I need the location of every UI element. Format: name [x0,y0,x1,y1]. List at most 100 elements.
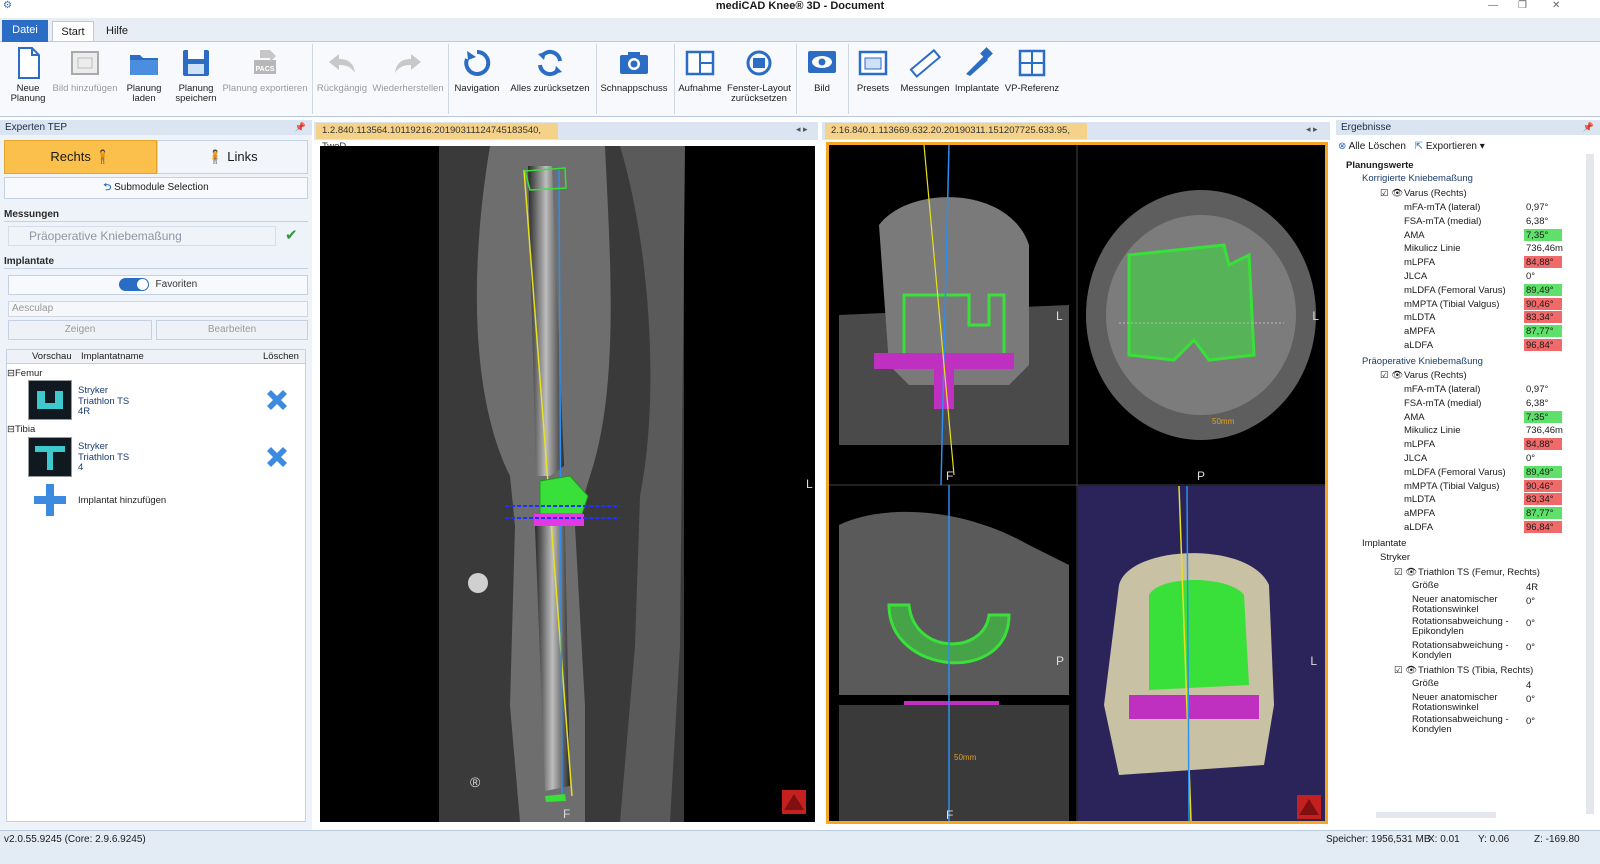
tree-row-measure[interactable]: FSA-mTA (medial) 6,38° [1338,397,1562,410]
checkbox-eye-icon[interactable]: ☑ 👁 [1394,566,1417,579]
threed-nav-arrows-icon[interactable]: ◂ ▸ [1306,124,1318,135]
undo-button[interactable]: Rückgängig [316,46,368,114]
clear-all-button[interactable]: ⊗ Alle Löschen [1338,141,1406,152]
threed-ct-view[interactable]: L F L P 50mm P 50mm F L [826,142,1328,824]
tree-row-measure[interactable]: AMA 7,35° [1338,228,1562,242]
tree-node-stryker[interactable]: Stryker [1338,551,1562,564]
planung-exportieren-button[interactable]: PACS Planung exportieren [222,46,308,114]
korrigierte-label: Korrigierte Kniebemaßung [1362,173,1473,184]
navigation-button[interactable]: Navigation [452,46,502,114]
twod-view-tab[interactable]: 1.2.840.113564.10119216.2019031112474518… [316,123,558,152]
vp-referenz-button[interactable]: VP-Referenz [1002,46,1062,114]
tree-row-measure[interactable]: aLDFA 96,84° [1338,521,1562,534]
submodule-selection-button[interactable]: ⮌ Submodule Selection [4,177,308,199]
tree-row-measure[interactable]: JLCA 0° [1338,452,1562,465]
reset-layout-button[interactable]: Fenster-Layout zurücksetzen [726,46,792,114]
threed-view-tab[interactable]: 2.16.840.1.113669.632.20.20190311.151207… [825,123,1087,152]
tree-row-measure[interactable]: mMPTA (Tibial Valgus) 90,46° [1338,297,1562,311]
tree-node-implantate[interactable]: Implantate [1338,537,1562,550]
snapshot-button[interactable]: Schnappschuss [600,46,668,114]
zeigen-button[interactable]: Zeigen [8,320,152,340]
tree-row-measure[interactable]: mLDTA 83,34° [1338,493,1562,506]
tree-row-measure[interactable]: mLDTA 83,34° [1338,311,1562,324]
tree-node-tibia-impl[interactable]: ☑ 👁 Triathlon TS (Tibia, Rechts) [1338,664,1562,677]
delete-femur-icon[interactable] [262,385,292,415]
delete-tibia-icon[interactable] [262,442,292,472]
tibia-group-toggle[interactable]: ⊟ [7,424,15,435]
femur-implant-name[interactable]: Stryker Triathlon TS 4R [78,385,129,418]
messungen-label: Messungen [900,83,950,94]
pin-icon[interactable]: 📌 [1583,120,1594,135]
tree-row-measure[interactable]: mLDFA (Femoral Varus) 89,49° [1338,283,1562,297]
messungen-button[interactable]: Messungen [898,46,952,114]
neue-planung-button[interactable]: Neue Planung [8,46,48,114]
measure-name: Größe [1412,580,1439,591]
tree-row-measure[interactable]: Größe 4R [1338,581,1562,594]
tree-row-measure[interactable]: JLCA 0° [1338,270,1562,283]
hersteller-select[interactable]: Aesculap [8,301,308,317]
tree-row-measure[interactable]: Rotationsabweichung - Kondylen 0° [1338,641,1562,661]
aufnahme-button[interactable]: Aufnahme [677,46,723,114]
tree-node-femur-impl[interactable]: ☑ 👁 Triathlon TS (Femur, Rechts) [1338,566,1562,579]
presets-button[interactable]: Presets [852,46,894,114]
reset-all-button[interactable]: Alles zurücksetzen [508,46,592,114]
tree-node-varus-1[interactable]: ☑ 👁 Varus (Rechts) [1338,187,1562,200]
checkbox-eye-icon[interactable]: ☑ 👁 [1380,187,1403,200]
tree-row-measure[interactable]: aLDFA 96,84° [1338,339,1562,352]
planung-speichern-button[interactable]: Planung speichern [172,46,220,114]
tree-node-varus-2[interactable]: ☑ 👁 Varus (Rechts) [1338,369,1562,382]
side-rechts-button[interactable]: Rechts 🧍 [4,140,157,174]
results-scrollbar[interactable] [1586,154,1594,814]
close-icon[interactable]: ✕ [1552,0,1560,12]
implantate-button[interactable]: Implantate [954,46,1000,114]
tree-node-korrigierte[interactable]: Korrigierte Kniebemaßung [1338,172,1562,185]
measure-name: AMA [1404,229,1425,241]
screw-icon [966,47,993,76]
ribbon-separator [796,44,797,114]
tibia-implant-name[interactable]: Stryker Triathlon TS 4 [78,441,129,474]
tree-row-measure[interactable]: mLPFA 84,88° [1338,256,1562,269]
tree-row-measure[interactable]: aMPFA 87,77° [1338,325,1562,338]
bearbeiten-button[interactable]: Bearbeiten [156,320,308,340]
tree-row-measure[interactable]: Größe 4 [1338,679,1562,692]
femur-group-toggle[interactable]: ⊟ [7,368,15,379]
tab-hilfe[interactable]: Hilfe [98,21,136,41]
favoriten-toggle[interactable]: Favoriten [8,275,308,295]
minimize-icon[interactable]: — [1488,0,1498,12]
twod-nav-arrows-icon[interactable]: ◂ ▸ [796,124,808,135]
tree-row-measure[interactable]: aMPFA 87,77° [1338,507,1562,520]
tree-row-measure[interactable]: mFA-mTA (lateral) 0,97° [1338,201,1562,214]
twod-xray-view[interactable]: L ® F [320,146,815,822]
restore-icon[interactable]: ❐ [1518,0,1527,12]
checkbox-eye-icon[interactable]: ☑ 👁 [1394,664,1417,677]
tree-row-measure[interactable]: mFA-mTA (lateral) 0,97° [1338,383,1562,396]
redo-button[interactable]: Wiederherstellen [372,46,444,114]
tree-row-measure[interactable]: Neuer anatomischer Rotationswinkel 0° [1338,595,1562,615]
bild-hinzufuegen-button[interactable]: Bild hinzufügen [52,46,118,114]
tree-row-measure[interactable]: Mikulicz Linie 736,46m [1338,424,1563,437]
checkbox-eye-icon[interactable]: ☑ 👁 [1380,369,1403,382]
add-implant-label[interactable]: Implantat hinzufügen [78,495,166,507]
neue-planung-label: Neue Planung [10,83,46,104]
pin-icon[interactable]: 📌 [295,120,306,135]
tree-node-praeoperative[interactable]: Präoperative Kniebemaßung [1338,355,1562,368]
tab-datei[interactable]: Datei [2,20,48,42]
tree-row-measure[interactable]: Rotationsabweichung - Kondylen 0° [1338,715,1562,735]
add-implant-icon[interactable] [32,482,68,518]
export-button[interactable]: ⇱ Exportieren ▾ [1415,141,1485,152]
tree-row-measure[interactable]: mLPFA 84,88° [1338,438,1562,451]
messung-select[interactable]: Präoperative Kniebemaßung [8,226,276,246]
tree-row-measure[interactable]: AMA 7,35° [1338,410,1562,424]
side-links-button[interactable]: 🧍 Links [157,140,308,174]
tab-start[interactable]: Start [52,21,94,41]
tree-row-measure[interactable]: Rotationsabweichung - Epikondylen 0° [1338,617,1562,637]
tree-row-measure[interactable]: Neuer anatomischer Rotationswinkel 0° [1338,693,1562,713]
export-label: Exportieren [1425,141,1477,152]
planung-laden-button[interactable]: Planung laden [122,46,166,114]
tree-row-measure[interactable]: Mikulicz Linie 736,46m [1338,242,1563,255]
bild-button[interactable]: Bild [800,46,844,114]
tree-row-measure[interactable]: mMPTA (Tibial Valgus) 90,46° [1338,479,1562,493]
tree-row-measure[interactable]: mLDFA (Femoral Varus) 89,49° [1338,465,1562,479]
tree-row-measure[interactable]: FSA-mTA (medial) 6,38° [1338,215,1562,228]
tree-node-planungswerte[interactable]: Planungswerte [1338,159,1562,172]
